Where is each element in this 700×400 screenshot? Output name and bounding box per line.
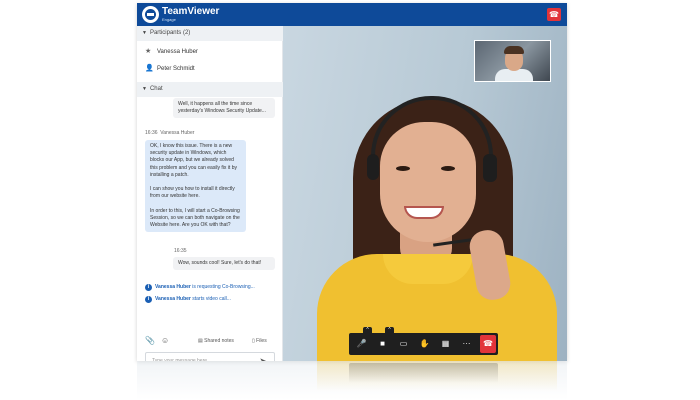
caret-down-icon: ▼ [142,30,147,36]
video-stream: ^ ^ 🎤 ■ ▭ ✋ ▦ ··· ☎ [283,26,567,361]
shared-notes-button[interactable]: ▤ Shared notes [198,334,234,348]
participant-vanessa[interactable]: ★ Vanessa Huber [137,45,283,59]
file-icon: ▯ [252,338,255,344]
co-browsing-notice[interactable]: i Vanessa Huber is requesting Co-Browsing… [145,284,255,291]
caret-down-icon: ▼ [142,86,147,92]
hang-up-icon: ☎ [549,10,559,19]
chat-header[interactable]: ▼ Chat [137,82,283,97]
chat-log: Well, it happens all the time since yest… [137,98,283,304]
info-icon: i [145,296,152,303]
participant-peter[interactable]: 👤 Peter Schmidt [137,62,283,76]
hang-up-icon: ☎ [483,339,493,348]
layout-icon[interactable]: ▦ [436,333,455,355]
title-bar: TeamViewer Engage ☎ [137,3,567,26]
app-name: TeamViewer [162,6,220,17]
hang-up-button[interactable]: ☎ [480,335,496,353]
chat-message-outgoing: Wow, sounds cool! Sure, let's do that! [173,257,275,271]
teamviewer-logo-icon [142,6,159,23]
video-call-notice[interactable]: i Vanessa Huber starts video call... [145,296,231,303]
chat-toolbar: 📎 ☺ ▤ Shared notes ▯ Files [137,334,283,348]
call-controls: ^ ^ 🎤 ■ ▭ ✋ ▦ ··· ☎ [349,327,498,355]
star-icon: ★ [145,48,152,55]
window-reflection [137,361,567,400]
more-icon[interactable]: ··· [457,333,476,355]
participant-name: Vanessa Huber [157,49,198,55]
message-meta: 16:36 Vanessa Huber [145,130,195,136]
camera-icon[interactable]: ■ [373,333,392,355]
hand-icon[interactable]: ✋ [415,333,434,355]
mic-icon[interactable]: 🎤 [352,333,371,355]
screen-share-icon[interactable]: ▭ [394,333,413,355]
chat-message-outgoing: Well, it happens all the time since yest… [173,98,275,119]
message-time: 16:35 [174,248,187,254]
participants-header[interactable]: ▼ Participants (2) [137,26,283,41]
teamviewer-window: TeamViewer Engage ☎ ▼ Participants (2) ★ V… [137,3,567,361]
emoji-icon[interactable]: ☺ [161,334,169,348]
app-subtitle: Engage [162,17,176,22]
end-session-button[interactable]: ☎ [547,8,561,21]
info-icon: i [145,284,152,291]
notes-icon: ▤ [198,338,203,344]
participant-name: Peter Schmidt [157,66,195,72]
chat-message-incoming: OK, I know this issue. There is a new se… [145,140,246,233]
person-icon: 👤 [145,65,154,72]
sidebar: ▼ Participants (2) ★ Vanessa Huber 👤 Peter … [137,26,283,361]
self-view-thumbnail[interactable] [474,40,551,82]
files-button[interactable]: ▯ Files [252,334,267,348]
attachment-icon[interactable]: 📎 [145,334,155,348]
